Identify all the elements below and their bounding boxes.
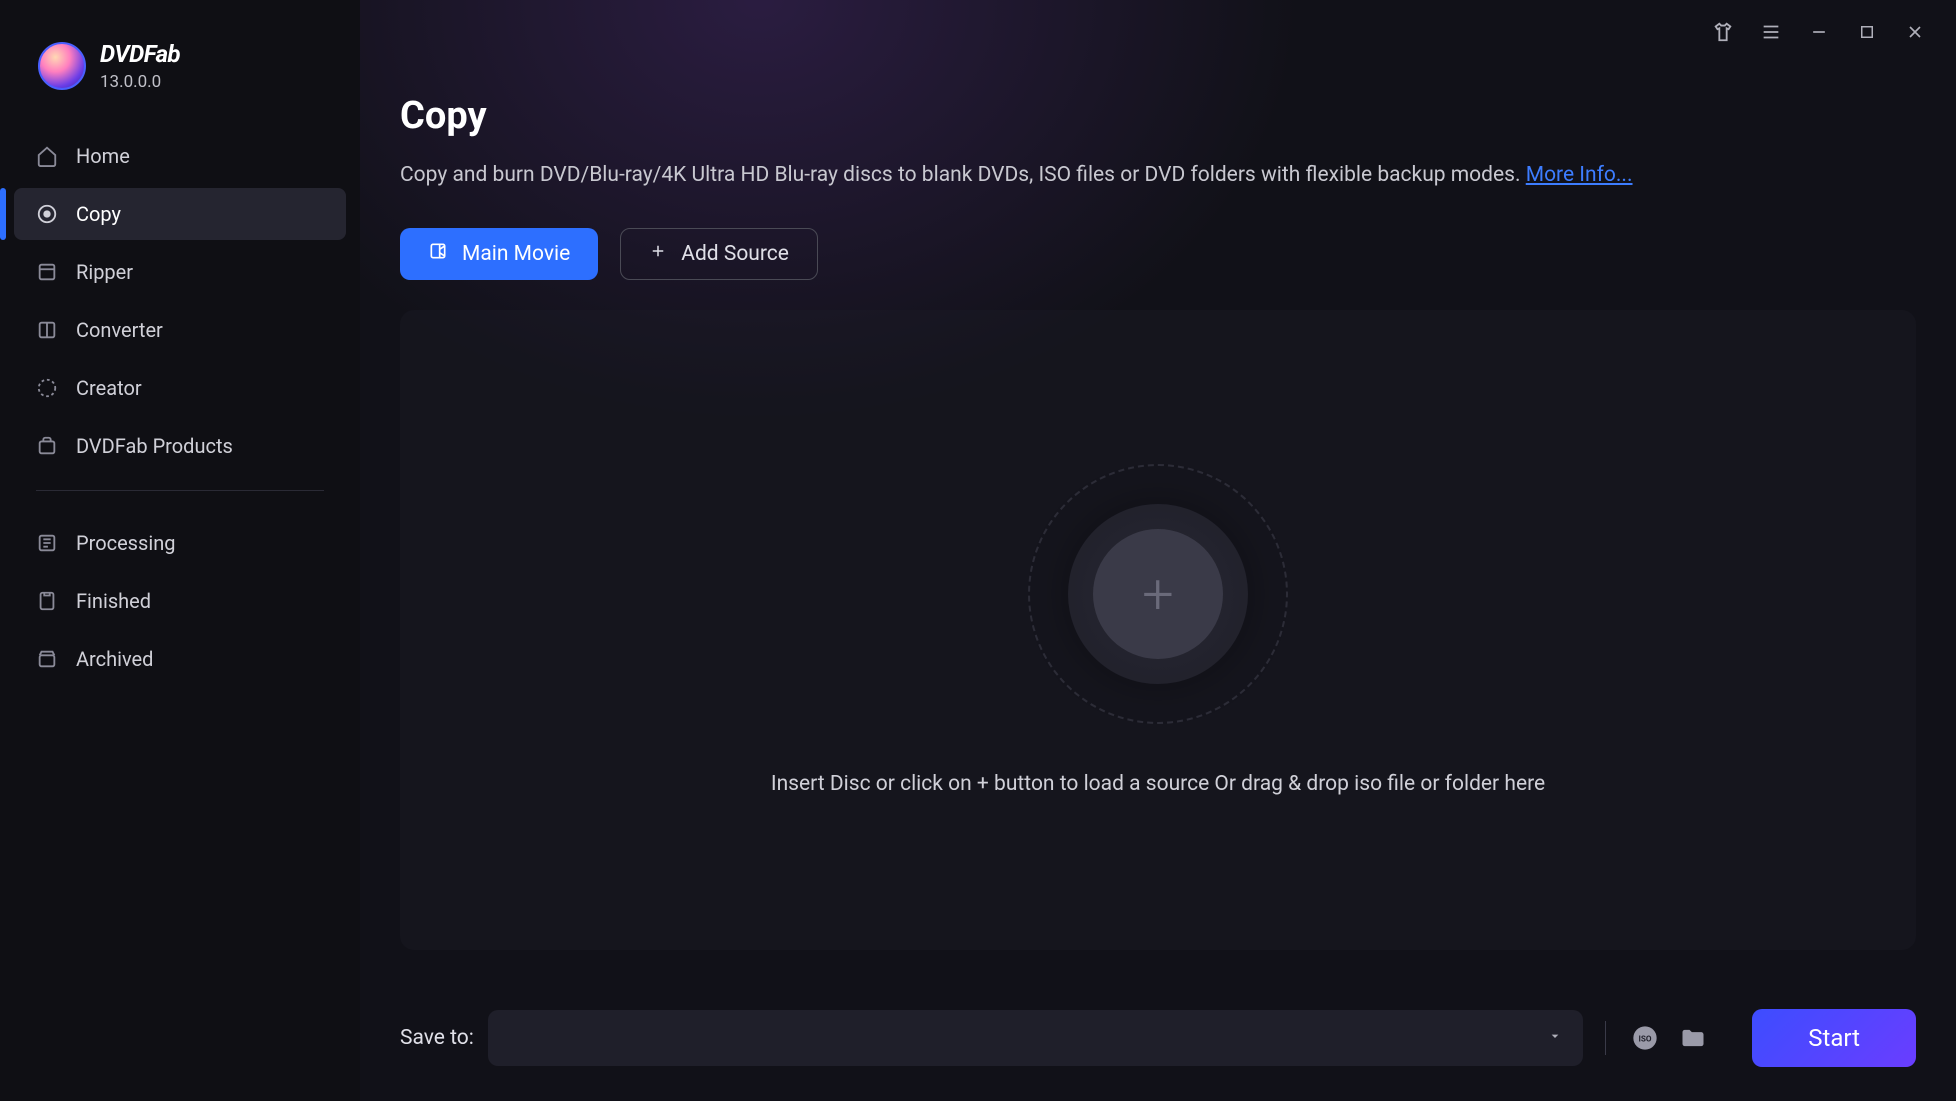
action-row: Main Movie Add Source — [400, 228, 1916, 280]
add-source-button[interactable]: Add Source — [620, 228, 818, 280]
start-button[interactable]: Start — [1752, 1009, 1916, 1067]
sidebar-item-label: Creator — [76, 376, 142, 400]
brand-block: DVDFab 13.0.0.0 — [14, 30, 346, 122]
sidebar-item-label: Processing — [76, 531, 175, 555]
sidebar-item-label: Copy — [76, 202, 121, 226]
sidebar-item-converter[interactable]: Converter — [14, 304, 346, 356]
sidebar-item-label: Converter — [76, 318, 163, 342]
menu-icon[interactable] — [1760, 21, 1782, 43]
movie-mode-icon — [428, 241, 448, 267]
processing-icon — [36, 532, 58, 554]
dropzone[interactable]: + Insert Disc or click on + button to lo… — [400, 310, 1916, 950]
bar-divider — [1605, 1021, 1606, 1055]
finished-icon — [36, 590, 58, 612]
minimize-icon[interactable] — [1808, 21, 1830, 43]
main-movie-button[interactable]: Main Movie — [400, 228, 598, 280]
sidebar-item-processing[interactable]: Processing — [14, 517, 346, 569]
main-movie-label: Main Movie — [462, 242, 570, 266]
drop-plus-icon[interactable]: + — [1093, 529, 1223, 659]
drop-circle-outer: + — [1028, 464, 1288, 724]
iso-icon[interactable]: ISO — [1628, 1021, 1662, 1055]
nav-queue: Processing Finished Archived — [14, 517, 346, 685]
app-root: DVDFab 13.0.0.0 Home Copy Ri — [0, 0, 1956, 1101]
save-to-dropdown[interactable] — [488, 1010, 1583, 1066]
sidebar-item-home[interactable]: Home — [14, 130, 346, 182]
converter-icon — [36, 319, 58, 341]
page-description-text: Copy and burn DVD/Blu-ray/4K Ultra HD Bl… — [400, 163, 1526, 187]
content: Copy Copy and burn DVD/Blu-ray/4K Ultra … — [360, 64, 1956, 981]
titlebar — [360, 0, 1956, 64]
sidebar-item-copy[interactable]: Copy — [14, 188, 346, 240]
sidebar-item-finished[interactable]: Finished — [14, 575, 346, 627]
close-icon[interactable] — [1904, 21, 1926, 43]
more-info-link[interactable]: More Info... — [1526, 163, 1633, 187]
sidebar-item-archived[interactable]: Archived — [14, 633, 346, 685]
brand-name: DVDFab — [100, 40, 180, 68]
page-description: Copy and burn DVD/Blu-ray/4K Ultra HD Bl… — [400, 160, 1916, 192]
sidebar-item-products[interactable]: DVDFab Products — [14, 420, 346, 472]
brand-text: DVDFab 13.0.0.0 — [100, 40, 180, 92]
bottom-bar: Save to: ISO Start — [360, 981, 1956, 1101]
chevron-down-icon — [1547, 1028, 1563, 1048]
creator-icon — [36, 377, 58, 399]
products-icon — [36, 435, 58, 457]
plus-icon — [649, 242, 667, 266]
sidebar: DVDFab 13.0.0.0 Home Copy Ri — [0, 0, 360, 1101]
sidebar-item-creator[interactable]: Creator — [14, 362, 346, 414]
archived-icon — [36, 648, 58, 670]
disc-icon — [36, 203, 58, 225]
page-title: Copy — [400, 94, 1916, 138]
maximize-icon[interactable] — [1856, 21, 1878, 43]
brand-logo-icon — [38, 42, 86, 90]
drop-circle-mid: + — [1068, 504, 1248, 684]
ripper-icon — [36, 261, 58, 283]
sidebar-item-label: Finished — [76, 589, 151, 613]
svg-text:ISO: ISO — [1639, 1034, 1652, 1044]
folder-icon[interactable] — [1676, 1021, 1710, 1055]
sidebar-item-ripper[interactable]: Ripper — [14, 246, 346, 298]
sidebar-item-label: Archived — [76, 647, 153, 671]
nav-primary: Home Copy Ripper Converter — [14, 130, 346, 472]
add-source-label: Add Source — [681, 242, 789, 266]
sidebar-item-label: Home — [76, 144, 130, 168]
dropzone-hint: Insert Disc or click on + button to load… — [771, 772, 1545, 796]
save-to-label: Save to: — [400, 1026, 474, 1050]
sidebar-item-label: DVDFab Products — [76, 434, 233, 458]
home-icon — [36, 145, 58, 167]
main-area: Copy Copy and burn DVD/Blu-ray/4K Ultra … — [360, 0, 1956, 1101]
shirt-icon[interactable] — [1712, 21, 1734, 43]
sidebar-item-label: Ripper — [76, 260, 133, 284]
brand-version: 13.0.0.0 — [100, 72, 180, 92]
sidebar-divider — [36, 490, 324, 491]
